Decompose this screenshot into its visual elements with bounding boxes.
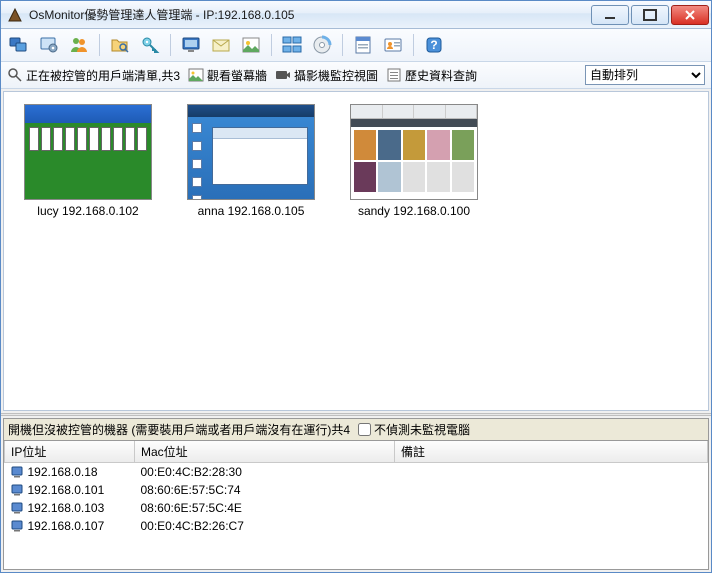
skip-detect-label: 不偵測未監視電腦: [374, 421, 470, 438]
sort-select[interactable]: 自動排列: [585, 65, 705, 85]
folder-search-icon[interactable]: [108, 33, 132, 57]
client-label: lucy 192.168.0.102: [24, 204, 152, 218]
camera-icon: [275, 67, 291, 83]
unmanaged-header: 開機但沒被控管的機器 (需要裝用戶端或者用戶端沒有在運行)共4 不偵測未監視電腦: [4, 419, 708, 441]
client-thumb[interactable]: sandy 192.168.0.100: [350, 104, 478, 218]
status-text: 正在被控管的用戶端清單,共3: [26, 67, 180, 84]
client-thumb[interactable]: lucy 192.168.0.102: [24, 104, 152, 218]
cell-mac: 08:60:6E:57:5C:4E: [135, 499, 395, 517]
cell-note: [395, 517, 708, 535]
client-screenshot: [187, 104, 315, 200]
disc-icon[interactable]: [310, 33, 334, 57]
status-chip: 正在被控管的用戶端清單,共3: [7, 67, 180, 84]
col-ip[interactable]: IP位址: [5, 441, 135, 463]
window-title: OsMonitor優勢管理達人管理端 - IP:192.168.0.105: [29, 6, 591, 23]
cell-ip: 192.168.0.107: [5, 517, 135, 535]
screen-icon[interactable]: [179, 33, 203, 57]
col-mac[interactable]: Mac位址: [135, 441, 395, 463]
content-area: lucy 192.168.0.102 anna 192.168.0.105: [3, 91, 709, 411]
monitor-group-icon[interactable]: [7, 33, 31, 57]
unmanaged-table-wrap[interactable]: IP位址 Mac位址 備註 192.168.0.1800:E0:4C:B2:28…: [4, 441, 708, 569]
unmanaged-table: IP位址 Mac位址 備註 192.168.0.1800:E0:4C:B2:28…: [4, 441, 708, 535]
toolbar-separator: [170, 34, 171, 56]
history-icon: [386, 67, 402, 83]
screenwall-button[interactable]: 觀看螢幕牆: [188, 67, 267, 84]
user-card-icon[interactable]: [381, 33, 405, 57]
svg-text:?: ?: [430, 38, 437, 52]
cell-ip: 192.168.0.103: [5, 499, 135, 517]
cell-mac: 00:E0:4C:B2:28:30: [135, 463, 395, 482]
client-screenshot: [24, 104, 152, 200]
users-icon[interactable]: [67, 33, 91, 57]
mail-icon[interactable]: [209, 33, 233, 57]
cell-note: [395, 499, 708, 517]
client-screenshot: [350, 104, 478, 200]
maximize-button[interactable]: [631, 5, 669, 25]
settings-gear-icon[interactable]: [37, 33, 61, 57]
magnifier-icon: [7, 67, 23, 83]
minimize-button[interactable]: [591, 5, 629, 25]
history-label: 歷史資料查詢: [405, 67, 477, 84]
toolbar-separator: [413, 34, 414, 56]
window-controls: [591, 5, 709, 25]
info-bar: 正在被控管的用戶端清單,共3 觀看螢幕牆 攝影機監控視圖 歷史資料查詢 自動排列: [1, 62, 711, 89]
client-label: anna 192.168.0.105: [187, 204, 315, 218]
table-row[interactable]: 192.168.0.10700:E0:4C:B2:26:C7: [5, 517, 708, 535]
unmanaged-heading: 開機但沒被控管的機器 (需要裝用戶端或者用戶端沒有在運行)共4: [8, 421, 350, 438]
app-window: OsMonitor優勢管理達人管理端 - IP:192.168.0.105 ? …: [0, 0, 712, 573]
toolbar-separator: [99, 34, 100, 56]
table-row[interactable]: 192.168.0.1800:E0:4C:B2:28:30: [5, 463, 708, 482]
image-icon[interactable]: [239, 33, 263, 57]
main-toolbar: ?: [1, 29, 711, 62]
toolbar-separator: [271, 34, 272, 56]
screens-multi-icon[interactable]: [280, 33, 304, 57]
unmanaged-panel: 開機但沒被控管的機器 (需要裝用戶端或者用戶端沒有在運行)共4 不偵測未監視電腦…: [3, 418, 709, 570]
picture-icon: [188, 67, 204, 83]
toolbar-separator: [342, 34, 343, 56]
skip-detect-toggle[interactable]: 不偵測未監視電腦: [358, 421, 470, 438]
cell-note: [395, 463, 708, 482]
close-button[interactable]: [671, 5, 709, 25]
screenwall-label: 觀看螢幕牆: [207, 67, 267, 84]
cell-mac: 00:E0:4C:B2:26:C7: [135, 517, 395, 535]
cell-note: [395, 481, 708, 499]
client-label: sandy 192.168.0.100: [350, 204, 478, 218]
table-row[interactable]: 192.168.0.10108:60:6E:57:5C:74: [5, 481, 708, 499]
client-thumb[interactable]: anna 192.168.0.105: [187, 104, 315, 218]
camera-button[interactable]: 攝影機監控視圖: [275, 67, 378, 84]
app-icon: [7, 7, 23, 23]
cell-ip: 192.168.0.18: [5, 463, 135, 481]
col-note[interactable]: 備註: [395, 441, 708, 463]
cell-mac: 08:60:6E:57:5C:74: [135, 481, 395, 499]
form-icon[interactable]: [351, 33, 375, 57]
table-row[interactable]: 192.168.0.10308:60:6E:57:5C:4E: [5, 499, 708, 517]
history-button[interactable]: 歷史資料查詢: [386, 67, 477, 84]
cell-ip: 192.168.0.101: [5, 481, 135, 499]
titlebar[interactable]: OsMonitor優勢管理達人管理端 - IP:192.168.0.105: [1, 1, 711, 29]
splitter[interactable]: [1, 413, 711, 416]
key-icon[interactable]: [138, 33, 162, 57]
client-thumbnails: lucy 192.168.0.102 anna 192.168.0.105: [4, 92, 708, 410]
help-icon[interactable]: ?: [422, 33, 446, 57]
skip-detect-checkbox[interactable]: [358, 423, 371, 436]
camera-label: 攝影機監控視圖: [294, 67, 378, 84]
